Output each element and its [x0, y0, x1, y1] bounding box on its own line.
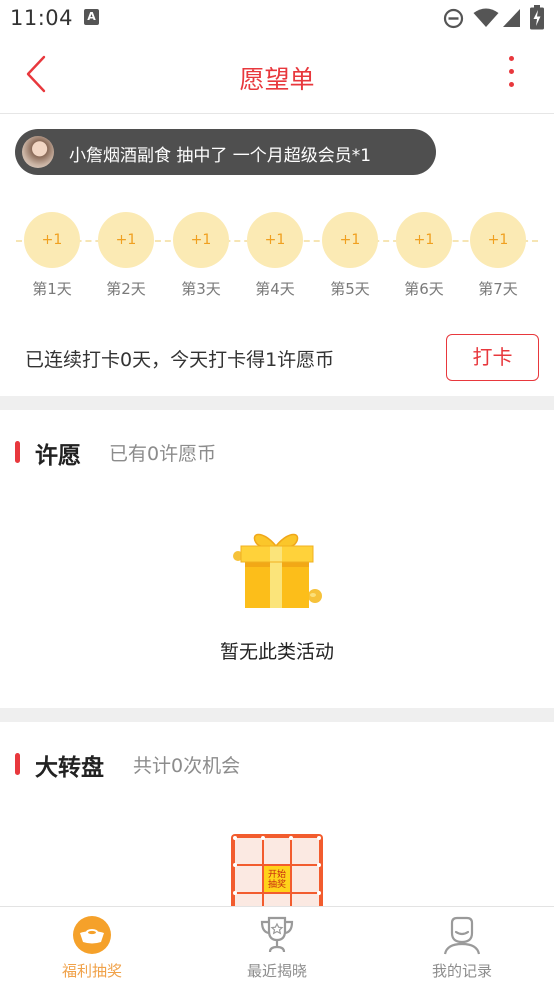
page-title: 愿望单 [239, 65, 315, 94]
day-item: +1 第2天 [97, 212, 155, 299]
day-item: +1 第6天 [395, 212, 453, 299]
day-item: +1 第7天 [469, 212, 527, 299]
wheel-chance-count: 共计0次机会 [133, 755, 241, 777]
status-bar: 11:04 A [0, 0, 554, 38]
day-coin: +1 [98, 212, 154, 268]
section-accent-bar [15, 441, 20, 463]
tab-label: 福利抽奖 [61, 962, 122, 980]
wifi-icon [473, 8, 499, 27]
app-header: 愿望单 [0, 38, 554, 114]
status-time: 11:04 [10, 6, 74, 30]
profile-icon [443, 916, 481, 955]
ticker-text: 小詹烟酒副食 抽中了 一个月超级会员*1 [69, 146, 372, 166]
start-draw-label-line2: 抽奖 [267, 880, 286, 890]
day-coin: +1 [396, 212, 452, 268]
day-coin: +1 [470, 212, 526, 268]
start-draw-label: 开始 抽奖 [264, 870, 290, 890]
day-coin: +1 [322, 212, 378, 268]
wish-section-header: 许愿 已有0许愿币 [0, 432, 554, 472]
day-label: 第1天 [32, 280, 72, 298]
trophy-icon [260, 916, 294, 953]
wish-coin-balance: 已有0许愿币 [109, 443, 217, 465]
day-item: +1 第5天 [321, 212, 379, 299]
wish-section-title: 许愿 [35, 443, 81, 469]
section-accent-bar [15, 753, 20, 775]
day-label: 第2天 [106, 280, 146, 298]
day-item: +1 第1天 [23, 212, 81, 299]
more-dots-icon [508, 56, 514, 61]
checkin-summary: 已连续打卡0天，今天打卡得1许愿币 [25, 349, 335, 371]
tab-recent-results[interactable]: 最近揭晓 [185, 907, 369, 985]
day-coin: +1 [247, 212, 303, 268]
day-label: 第5天 [330, 280, 370, 298]
tab-label: 最近揭晓 [246, 962, 307, 980]
tab-label: 我的记录 [431, 962, 492, 980]
gold-ingot-icon [73, 916, 111, 954]
more-options-button[interactable] [496, 56, 526, 96]
gift-box-icon [233, 533, 322, 608]
cell-signal-icon [503, 9, 520, 27]
day-label: 第3天 [181, 280, 221, 298]
day-item: +1 第3天 [172, 212, 230, 299]
bottom-tab-bar: 福利抽奖 最近揭晓 我的记录 [0, 906, 554, 985]
tab-welfare-draw[interactable]: 福利抽奖 [0, 907, 184, 985]
day-coin: +1 [24, 212, 80, 268]
avatar [22, 136, 54, 168]
checkin-button[interactable]: 打卡 [446, 334, 539, 381]
day-label: 第7天 [478, 280, 518, 298]
start-draw-label-line1: 开始 [267, 870, 286, 880]
day-label: 第4天 [255, 280, 295, 298]
notification-icon: A [84, 9, 99, 25]
lucky-draw-grid[interactable]: 开始 抽奖 [230, 833, 324, 918]
day-label: 第6天 [404, 280, 444, 298]
section-divider [0, 396, 554, 410]
checkin-days: +1 第1天 +1 第2天 +1 第3天 +1 第4天 +1 第5天 +1 第6… [0, 210, 554, 310]
section-divider [0, 708, 554, 722]
day-coin: +1 [173, 212, 229, 268]
do-not-disturb-icon [443, 8, 464, 29]
empty-state-text: 暂无此类活动 [219, 641, 334, 663]
day-item: +1 第4天 [246, 212, 304, 299]
wheel-section-title: 大转盘 [35, 755, 104, 781]
winner-ticker: 小詹烟酒副食 抽中了 一个月超级会员*1 [15, 129, 436, 175]
battery-icon [530, 5, 544, 30]
wheel-section-header: 大转盘 共计0次机会 [0, 744, 554, 784]
tab-my-records[interactable]: 我的记录 [370, 907, 554, 985]
